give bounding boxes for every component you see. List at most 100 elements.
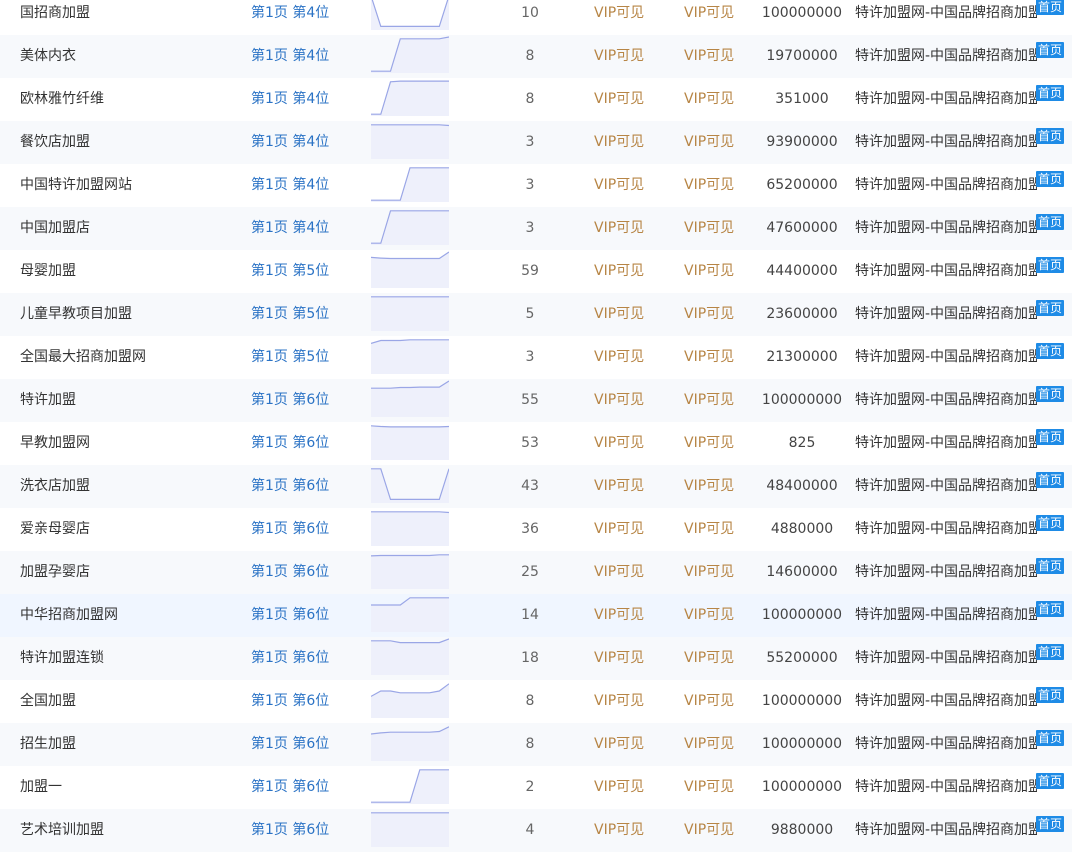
table-row: 爱亲母婴店 第1页 第6位 36 VIP可见 VIP可见 4880000 特许加盟网-中国品… [0, 508, 1072, 551]
table-row: 特许加盟连锁 第1页 第6位 18 VIP可见 VIP可见 55200000 特许加盟网-中… [0, 637, 1072, 680]
vip-visible-link[interactable]: VIP可见 [684, 594, 754, 637]
homepage-badge[interactable]: 首页 [1036, 515, 1065, 531]
sparkline-svg [371, 511, 449, 546]
rank-link[interactable]: 第1页 第4位 [251, 35, 361, 78]
table-row: 全国加盟 第1页 第6位 8 VIP可见 VIP可见 100000000 特许加盟网-中国品… [0, 680, 1072, 723]
vip-visible-link[interactable]: VIP可见 [684, 551, 754, 594]
homepage-badge[interactable]: 首页 [1036, 300, 1065, 316]
sparkline-area [371, 683, 449, 718]
homepage-badge[interactable]: 首页 [1036, 687, 1065, 703]
vip-visible-link[interactable]: VIP可见 [684, 336, 754, 379]
rank-link[interactable]: 第1页 第4位 [251, 121, 361, 164]
homepage-badge[interactable]: 首页 [1036, 0, 1065, 15]
vip-visible-link[interactable]: VIP可见 [684, 723, 754, 766]
rank-link[interactable]: 第1页 第6位 [251, 422, 361, 465]
rank-link[interactable]: 第1页 第6位 [251, 551, 361, 594]
table-row: 早教加盟网 第1页 第6位 53 VIP可见 VIP可见 825 特许加盟网-中国品牌招商加… [0, 422, 1072, 465]
rank-link[interactable]: 第1页 第5位 [251, 336, 361, 379]
rank-link[interactable]: 第1页 第6位 [251, 723, 361, 766]
rank-link[interactable]: 第1页 第6位 [251, 594, 361, 637]
homepage-badge[interactable]: 首页 [1036, 343, 1065, 359]
vip-visible-link[interactable]: VIP可见 [594, 336, 664, 379]
vip-visible-link[interactable]: VIP可见 [594, 207, 664, 250]
trend-sparkline [371, 336, 449, 379]
vip-visible-link[interactable]: VIP可见 [684, 379, 754, 422]
table-row: 全国最大招商加盟网 第1页 第5位 3 VIP可见 VIP可见 21300000 特许加盟网… [0, 336, 1072, 379]
vip-visible-link[interactable]: VIP可见 [594, 379, 664, 422]
homepage-badge[interactable]: 首页 [1036, 816, 1065, 832]
vip-visible-link[interactable]: VIP可见 [684, 78, 754, 121]
rank-link[interactable]: 第1页 第6位 [251, 379, 361, 422]
homepage-badge[interactable]: 首页 [1036, 42, 1065, 58]
vip-visible-link[interactable]: VIP可见 [594, 422, 664, 465]
homepage-badge[interactable]: 首页 [1036, 773, 1065, 789]
homepage-badge[interactable]: 首页 [1036, 472, 1065, 488]
vip-visible-link[interactable]: VIP可见 [684, 465, 754, 508]
vip-visible-link[interactable]: VIP可见 [684, 293, 754, 336]
rank-link[interactable]: 第1页 第6位 [251, 637, 361, 680]
site-title: 特许加盟网-中国品牌招商加盟网 [855, 349, 1037, 365]
rank-link[interactable]: 第1页 第4位 [251, 164, 361, 207]
vip-visible-link[interactable]: VIP可见 [594, 164, 664, 207]
rank-link[interactable]: 第1页 第4位 [251, 0, 361, 35]
homepage-badge[interactable]: 首页 [1036, 644, 1065, 660]
homepage-badge[interactable]: 首页 [1036, 85, 1065, 101]
vip-visible-link[interactable]: VIP可见 [684, 121, 754, 164]
keyword-cell: 特许加盟连锁 [20, 650, 104, 666]
rank-link[interactable]: 第1页 第5位 [251, 293, 361, 336]
vip-visible-link[interactable]: VIP可见 [594, 723, 664, 766]
homepage-badge[interactable]: 首页 [1036, 730, 1065, 746]
vip-visible-link[interactable]: VIP可见 [594, 766, 664, 809]
vip-visible-link[interactable]: VIP可见 [684, 809, 754, 852]
homepage-badge[interactable]: 首页 [1036, 558, 1065, 574]
vip-visible-link[interactable]: VIP可见 [684, 680, 754, 723]
vip-visible-link[interactable]: VIP可见 [684, 250, 754, 293]
vip-visible-link[interactable]: VIP可见 [594, 637, 664, 680]
keyword-cell: 洗衣店加盟 [20, 478, 90, 494]
table-row: 中国特许加盟网站 第1页 第4位 3 VIP可见 VIP可见 65200000 特许加盟网-… [0, 164, 1072, 207]
homepage-badge[interactable]: 首页 [1036, 257, 1065, 273]
rank-link[interactable]: 第1页 第6位 [251, 508, 361, 551]
homepage-badge[interactable]: 首页 [1036, 128, 1065, 144]
vip-visible-link[interactable]: VIP可见 [594, 293, 664, 336]
rank-link[interactable]: 第1页 第6位 [251, 680, 361, 723]
rank-link[interactable]: 第1页 第6位 [251, 809, 361, 852]
trend-sparkline [371, 250, 449, 293]
rank-link[interactable]: 第1页 第4位 [251, 78, 361, 121]
homepage-badge[interactable]: 首页 [1036, 214, 1065, 230]
vip-visible-link[interactable]: VIP可见 [684, 0, 754, 35]
rank-link[interactable]: 第1页 第6位 [251, 766, 361, 809]
trend-sparkline [371, 809, 449, 852]
index-value: 2 [525, 779, 535, 795]
vip-visible-link[interactable]: VIP可见 [684, 637, 754, 680]
rank-link[interactable]: 第1页 第5位 [251, 250, 361, 293]
index-value: 59 [521, 263, 539, 279]
vip-visible-link[interactable]: VIP可见 [594, 78, 664, 121]
vip-visible-link[interactable]: VIP可见 [594, 809, 664, 852]
vip-visible-link[interactable]: VIP可见 [594, 465, 664, 508]
vip-visible-link[interactable]: VIP可见 [594, 35, 664, 78]
homepage-badge[interactable]: 首页 [1036, 171, 1065, 187]
vip-visible-link[interactable]: VIP可见 [594, 680, 664, 723]
vip-visible-link[interactable]: VIP可见 [684, 164, 754, 207]
sparkline-line [371, 380, 449, 389]
result-count: 44400000 [766, 263, 838, 279]
homepage-badge[interactable]: 首页 [1036, 386, 1065, 402]
site-title: 特许加盟网-中国品牌招商加盟网 [855, 521, 1037, 537]
vip-visible-link[interactable]: VIP可见 [594, 508, 664, 551]
vip-visible-link[interactable]: VIP可见 [684, 508, 754, 551]
homepage-badge[interactable]: 首页 [1036, 429, 1065, 445]
vip-visible-link[interactable]: VIP可见 [684, 422, 754, 465]
vip-visible-link[interactable]: VIP可见 [594, 0, 664, 35]
rank-link[interactable]: 第1页 第4位 [251, 207, 361, 250]
keyword-cell: 爱亲母婴店 [20, 521, 90, 537]
vip-visible-link[interactable]: VIP可见 [594, 121, 664, 164]
homepage-badge[interactable]: 首页 [1036, 601, 1065, 617]
vip-visible-link[interactable]: VIP可见 [684, 35, 754, 78]
vip-visible-link[interactable]: VIP可见 [594, 250, 664, 293]
rank-link[interactable]: 第1页 第6位 [251, 465, 361, 508]
vip-visible-link[interactable]: VIP可见 [594, 551, 664, 594]
vip-visible-link[interactable]: VIP可见 [684, 207, 754, 250]
vip-visible-link[interactable]: VIP可见 [684, 766, 754, 809]
vip-visible-link[interactable]: VIP可见 [594, 594, 664, 637]
